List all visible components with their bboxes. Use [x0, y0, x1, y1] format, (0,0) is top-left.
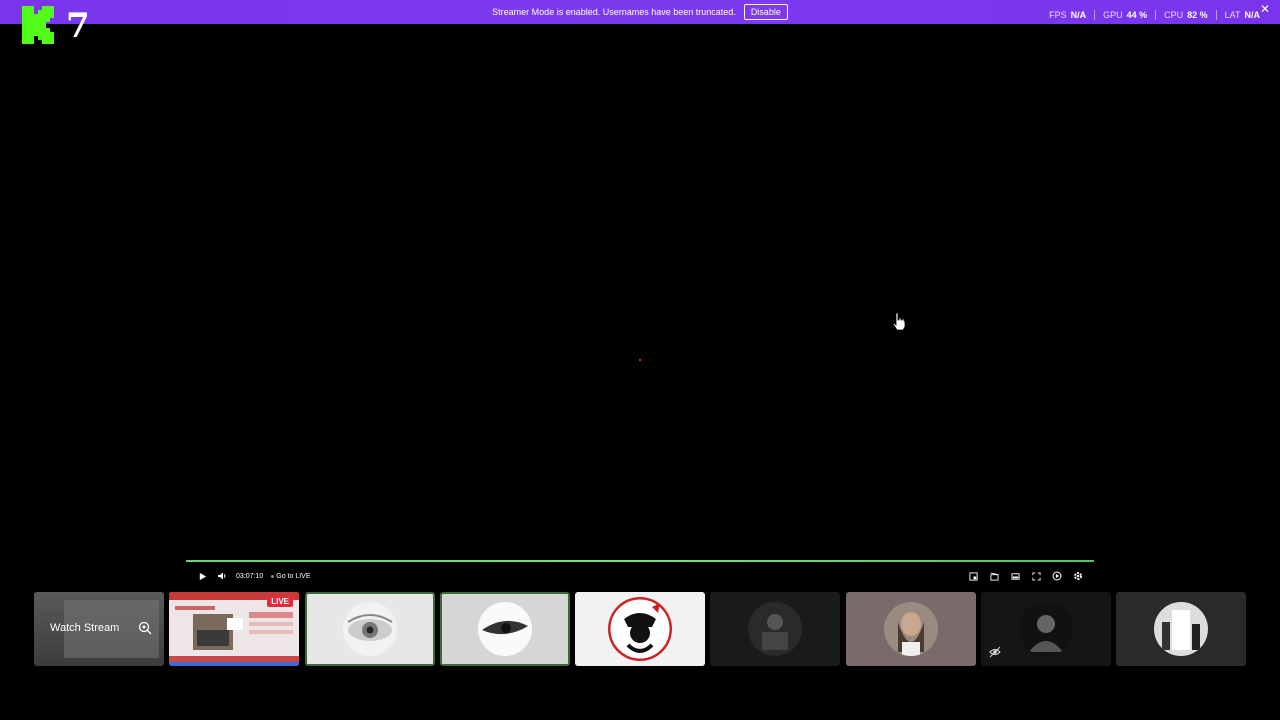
stream-progress-bar[interactable] — [186, 560, 1094, 562]
banner-message: Streamer Mode is enabled. Usernames have… — [492, 7, 736, 17]
red-emblem-thumbnail[interactable] — [575, 592, 705, 666]
player-controls: 03:07:10 Go to LIVE — [196, 568, 1084, 584]
bearded-man-thumbnail[interactable] — [846, 592, 976, 666]
performance-stats: FPS N/A GPU 44 % CPU 82 % LAT N/A — [1041, 10, 1268, 20]
doorway-photo-thumbnail[interactable] — [1116, 592, 1246, 666]
stream-thumbnails: Watch Stream LIVE — [34, 592, 1248, 666]
stat-lat-value: N/A — [1244, 10, 1261, 20]
hand-cursor-icon — [892, 312, 906, 330]
watch-search-icon[interactable] — [138, 621, 152, 635]
bearded-man-avatar — [884, 602, 938, 656]
miniplayer-icon[interactable] — [967, 570, 979, 582]
stat-gpu-label: GPU — [1103, 10, 1123, 20]
streamer-mode-banner: Streamer Mode is enabled. Usernames have… — [0, 0, 1280, 24]
doorway-photo-avatar — [1154, 602, 1208, 656]
eye-off-icon[interactable] — [989, 646, 1001, 658]
logo-number: 7 — [66, 6, 90, 46]
stat-lat-label: LAT — [1224, 10, 1241, 20]
close-icon[interactable]: ✕ — [1260, 3, 1270, 15]
red-emblem-avatar — [608, 597, 672, 661]
dark-figure-thumbnail[interactable] — [981, 592, 1111, 666]
dark-photo-thumbnail[interactable] — [710, 592, 840, 666]
eye-sketch-avatar — [478, 602, 532, 656]
video-center-dot — [639, 359, 641, 361]
live-stream-thumbnail[interactable]: LIVE — [169, 592, 299, 666]
dark-photo-avatar — [748, 602, 802, 656]
stat-cpu-label: CPU — [1164, 10, 1184, 20]
settings-icon[interactable] — [1072, 570, 1084, 582]
fullscreen-icon[interactable] — [1030, 570, 1042, 582]
stat-gpu: GPU 44 % — [1094, 10, 1155, 20]
stream-time: 03:07:10 — [236, 572, 264, 580]
go-to-live-button[interactable]: Go to LIVE — [271, 573, 310, 580]
volume-icon[interactable] — [216, 570, 228, 582]
stat-fps-value: N/A — [1070, 10, 1087, 20]
theater-mode-icon[interactable] — [1009, 570, 1021, 582]
disable-streamer-mode-button[interactable]: Disable — [743, 4, 788, 20]
dark-figure-avatar — [1019, 602, 1073, 656]
stat-cpu-value: 82 % — [1187, 10, 1208, 20]
eye-sketch-thumbnail[interactable] — [440, 592, 570, 666]
stat-fps-label: FPS — [1049, 10, 1067, 20]
watch-stream-thumbnail[interactable]: Watch Stream — [34, 592, 164, 666]
eye-avatar-thumbnail[interactable] — [305, 592, 435, 666]
stat-cpu: CPU 82 % — [1155, 10, 1216, 20]
play-icon[interactable] — [196, 570, 208, 582]
watch-stream-label: Watch Stream — [50, 622, 120, 634]
stat-gpu-value: 44 % — [1126, 10, 1148, 20]
clip-icon[interactable] — [988, 570, 1000, 582]
eye-avatar — [343, 602, 397, 656]
stat-fps: FPS N/A — [1041, 10, 1094, 20]
live-badge: LIVE — [267, 596, 293, 607]
speed-icon[interactable] — [1051, 570, 1063, 582]
go-to-live-label: Go to LIVE — [276, 572, 311, 580]
